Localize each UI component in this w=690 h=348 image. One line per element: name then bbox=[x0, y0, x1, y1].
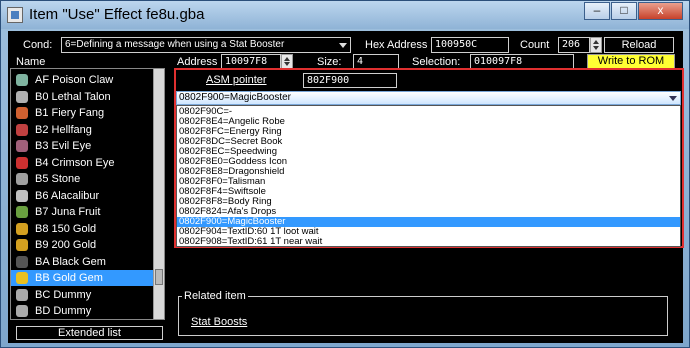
stone-icon bbox=[16, 173, 28, 185]
title-bar[interactable]: Item "Use" Effect fe8u.gba – □ x bbox=[1, 1, 689, 29]
list-item-label: B2 Hellfang bbox=[35, 123, 92, 136]
asm-pointer-link[interactable]: ASM pointer bbox=[206, 74, 267, 86]
dummy-icon bbox=[16, 288, 28, 301]
dummy-icon bbox=[16, 305, 28, 317]
dropdown-option[interactable]: 0802F908=TextID:61 1T near wait bbox=[177, 237, 680, 247]
hex-address-input[interactable]: 100950C bbox=[431, 37, 509, 53]
list-item[interactable]: B9 200 Gold bbox=[11, 237, 154, 253]
stat-boosts-link[interactable]: Stat Boosts bbox=[191, 316, 247, 328]
chevron-down-icon bbox=[669, 96, 677, 101]
list-item-label: B7 Juna Fruit bbox=[35, 206, 101, 218]
talon-icon bbox=[16, 90, 28, 103]
sword-icon bbox=[16, 189, 28, 202]
fruit-icon bbox=[16, 206, 28, 218]
item-list[interactable]: BD Dummy BC Dummy BB Gold Gem BA Black Gem B… bbox=[10, 68, 165, 320]
list-item[interactable]: B5 Stone bbox=[11, 171, 154, 187]
hex-address-label: Hex Address bbox=[365, 39, 428, 51]
count-label: Count bbox=[520, 39, 550, 51]
list-item-label: B6 Alacalibur bbox=[35, 189, 100, 202]
maximize-button[interactable]: □ bbox=[611, 2, 637, 20]
cond-label: Cond: bbox=[23, 39, 53, 51]
list-item-label: B8 150 Gold bbox=[35, 222, 97, 235]
chevron-down-icon bbox=[339, 43, 347, 48]
selection-input[interactable]: 010097F8 bbox=[470, 54, 574, 69]
minimize-button[interactable]: – bbox=[584, 2, 610, 20]
selection-label: Selection: bbox=[412, 56, 461, 68]
list-item[interactable]: B2 Hellfang bbox=[11, 122, 154, 138]
size-input[interactable]: 4 bbox=[353, 54, 399, 69]
claw-icon bbox=[16, 74, 28, 86]
app-icon bbox=[7, 7, 23, 23]
list-item-label: BD Dummy bbox=[35, 305, 92, 317]
count-input[interactable]: 206 bbox=[558, 37, 590, 53]
list-item[interactable]: B7 Juna Fruit bbox=[11, 204, 154, 220]
item-list-scrollbar[interactable] bbox=[153, 69, 164, 319]
list-item[interactable]: BB Gold Gem bbox=[11, 270, 154, 286]
list-item[interactable]: B0 Lethal Talon bbox=[11, 89, 154, 105]
list-item[interactable]: B4 Crimson Eye bbox=[11, 155, 154, 171]
list-item[interactable]: AF Poison Claw bbox=[11, 72, 154, 88]
eye-icon bbox=[16, 156, 28, 169]
list-item-label: B5 Stone bbox=[35, 173, 81, 185]
list-item[interactable]: B8 150 Gold bbox=[11, 221, 154, 237]
list-item[interactable]: BA Black Gem bbox=[11, 254, 154, 270]
name-column-label: Name bbox=[16, 56, 46, 68]
app-window: Item "Use" Effect fe8u.gba – □ x Cond: 6… bbox=[0, 0, 690, 348]
fang-icon bbox=[16, 123, 28, 136]
asm-dropdown-list[interactable]: 0802F90C=- 0802F8E4=Angelic Robe 0802F8FC=… bbox=[176, 105, 681, 247]
address-spinner[interactable] bbox=[281, 54, 293, 69]
list-item-label: B1 Fiery Fang bbox=[35, 107, 105, 119]
list-item-label: BA Black Gem bbox=[35, 255, 106, 268]
list-item-label: B4 Crimson Eye bbox=[35, 156, 115, 169]
list-item-label: BB Gold Gem bbox=[35, 272, 103, 284]
gold-bag-icon bbox=[16, 222, 28, 235]
write-to-rom-button[interactable]: Write to ROM bbox=[587, 54, 675, 69]
count-spinner[interactable] bbox=[590, 37, 602, 53]
list-item-label: AF Poison Claw bbox=[35, 74, 114, 86]
asm-pointer-input[interactable]: 802F900 bbox=[303, 73, 397, 88]
list-item[interactable]: B3 Evil Eye bbox=[11, 138, 154, 154]
extended-list-button[interactable]: Extended list bbox=[16, 326, 163, 340]
eye-icon bbox=[16, 140, 28, 152]
asm-combo-value: 0802F900=MagicBooster bbox=[179, 92, 292, 103]
list-item[interactable]: BC Dummy bbox=[11, 287, 154, 303]
address-input[interactable]: 10097F8 bbox=[221, 54, 281, 69]
list-item[interactable]: BD Dummy bbox=[11, 303, 154, 319]
list-item-label: B0 Lethal Talon bbox=[35, 90, 111, 103]
size-label: Size: bbox=[317, 56, 342, 68]
related-item-legend: Related item bbox=[182, 290, 248, 302]
window-title: Item "Use" Effect fe8u.gba bbox=[29, 6, 205, 23]
cond-value: 6=Defining a message when using a Stat B… bbox=[65, 39, 285, 50]
address-label: Address bbox=[177, 56, 218, 68]
list-item[interactable]: B6 Alacalibur bbox=[11, 188, 154, 204]
scrollbar-thumb[interactable] bbox=[155, 269, 163, 285]
gold-bag-icon bbox=[16, 239, 28, 251]
asm-combo[interactable]: 0802F900=MagicBooster bbox=[176, 91, 681, 105]
list-item-label: B9 200 Gold bbox=[35, 239, 97, 251]
gem-icon bbox=[16, 272, 28, 284]
cond-dropdown[interactable]: 6=Defining a message when using a Stat B… bbox=[61, 37, 351, 53]
list-item-label: BC Dummy bbox=[35, 288, 92, 301]
related-item-group bbox=[178, 296, 668, 336]
list-item-label: B3 Evil Eye bbox=[35, 140, 92, 152]
fang-icon bbox=[16, 107, 28, 119]
close-button[interactable]: x bbox=[638, 2, 683, 20]
gem-icon bbox=[16, 255, 28, 268]
reload-button[interactable]: Reload bbox=[604, 37, 674, 53]
list-item[interactable]: B1 Fiery Fang bbox=[11, 105, 154, 121]
